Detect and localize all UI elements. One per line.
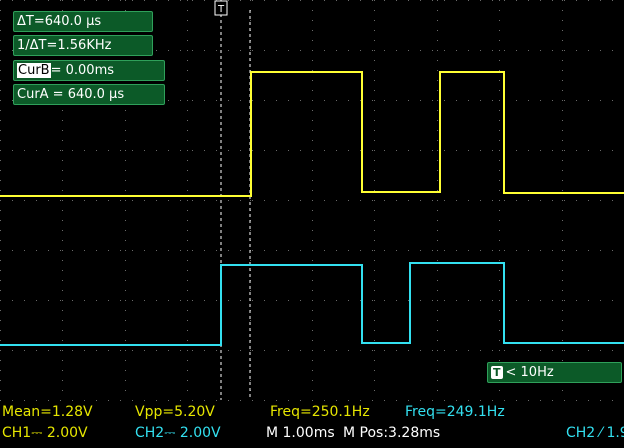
inverse-delta-t-text: 1/ΔT=1.56KHz xyxy=(17,38,112,53)
cursor-b-readout[interactable]: CurB= 0.00ms xyxy=(13,60,165,81)
trigger-frequency-readout: T < 10Hz xyxy=(487,362,622,383)
ch2-waveform xyxy=(0,262,624,346)
trigger-frequency-text: < 10Hz xyxy=(505,365,554,380)
cursor-b-value: = 0.00ms xyxy=(50,63,115,78)
cursor-a-text: CurA = 640.0 µs xyxy=(17,87,125,102)
trigger-position-marker: T xyxy=(214,0,228,16)
delta-t-text: ΔT=640.0 µs xyxy=(17,14,102,29)
timebase: M 1.00ms xyxy=(266,425,335,441)
inverse-delta-t-readout: 1/ΔT=1.56KHz xyxy=(13,35,153,56)
measurement-mean: Mean=1.28V xyxy=(2,404,93,420)
ch1-scale: CH1⎓ 2.00V xyxy=(2,425,88,441)
measurement-freq-ch2: Freq=249.1Hz xyxy=(405,404,505,420)
trigger-marker-label: T xyxy=(217,4,225,15)
measurement-vpp: Vpp=5.20V xyxy=(135,404,215,420)
measurement-freq-ch1: Freq=250.1Hz xyxy=(270,404,370,420)
trigger-icon: T xyxy=(491,366,503,379)
main-position: M Pos:3.28ms xyxy=(343,425,441,441)
cursor-a-readout[interactable]: CurA = 640.0 µs xyxy=(13,84,165,105)
cursor-b-label[interactable]: CurB xyxy=(17,63,51,78)
delta-t-readout: ΔT=640.0 µs xyxy=(13,11,153,32)
trigger-source: CH2 ⁄ 1.9 xyxy=(566,425,624,441)
ch2-scale: CH2⎓ 2.00V xyxy=(135,425,221,441)
